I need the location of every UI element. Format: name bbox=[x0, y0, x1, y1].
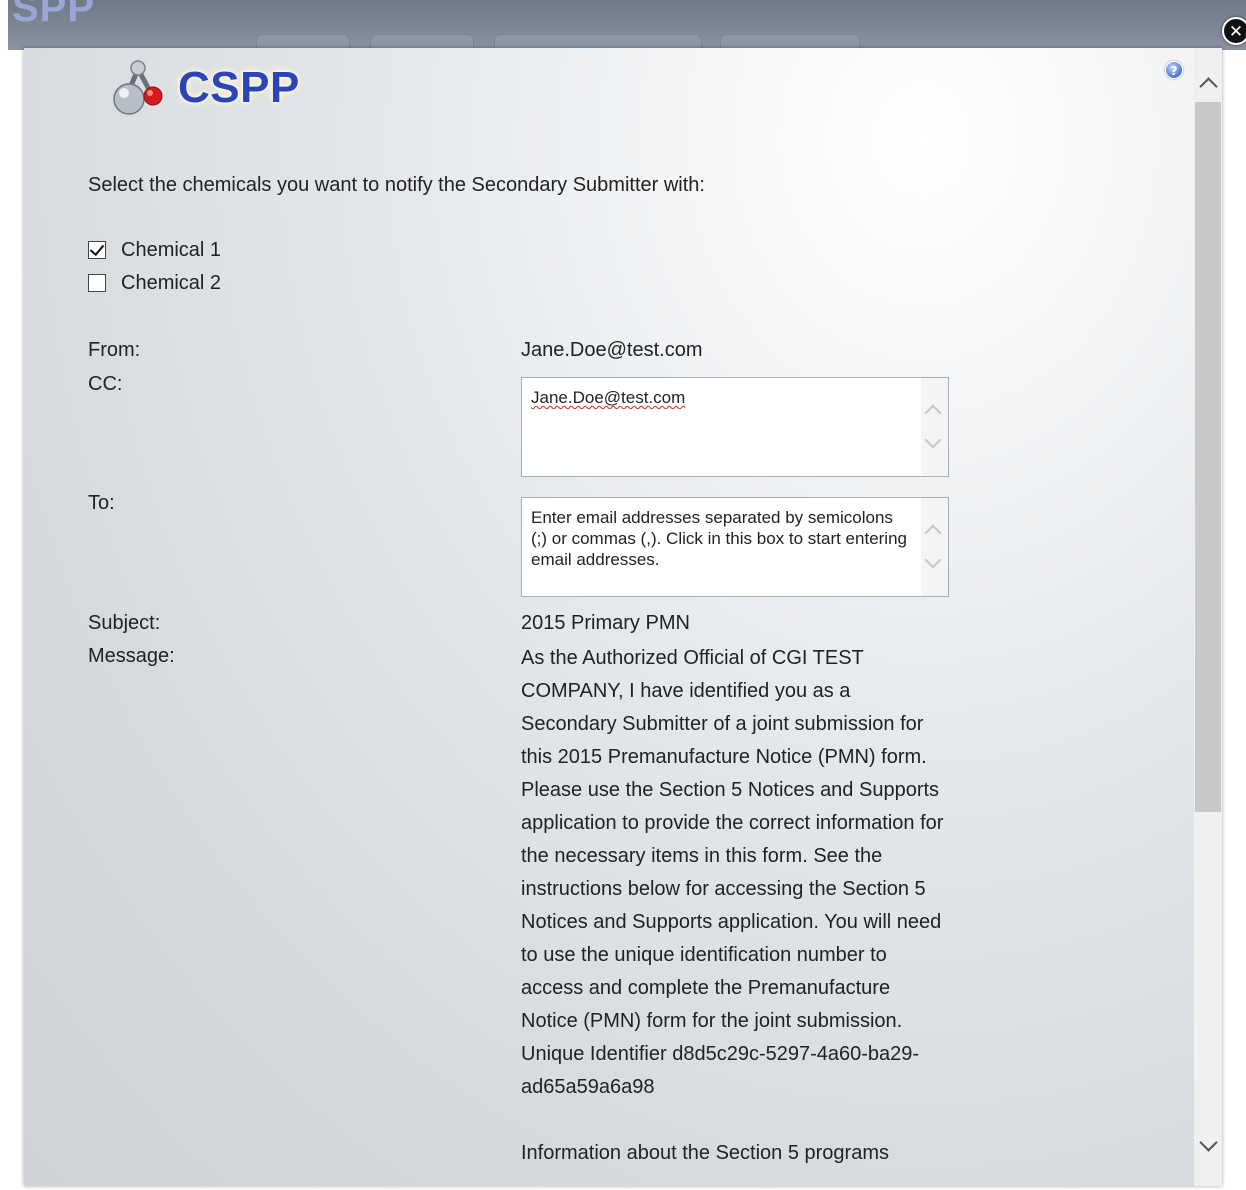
chemical-2-label[interactable]: Chemical 2 bbox=[121, 272, 221, 295]
message-text: As the Authorized Official of CGI TEST C… bbox=[521, 647, 944, 1032]
cc-field-scrollbar[interactable] bbox=[921, 378, 948, 476]
background-tab bbox=[720, 34, 860, 49]
cc-field[interactable]: Jane.Doe@test.com bbox=[521, 377, 949, 477]
notify-secondary-submitter-dialog: CSPP ? Select the chemicals you want to … bbox=[24, 48, 1222, 1186]
chemical-2-checkbox[interactable] bbox=[88, 274, 106, 292]
background-header: SPP bbox=[8, 0, 1246, 50]
chemical-2-row[interactable]: Chemical 2 bbox=[88, 271, 221, 295]
cspp-logo: CSPP bbox=[110, 56, 300, 120]
chevron-up-icon[interactable] bbox=[924, 404, 942, 422]
help-icon[interactable]: ? bbox=[1165, 61, 1183, 79]
chemical-1-checkbox[interactable] bbox=[88, 241, 106, 259]
to-field-placeholder[interactable]: Enter email addresses separated by semic… bbox=[531, 507, 911, 570]
from-value: Jane.Doe@test.com bbox=[521, 339, 703, 361]
message-continuation: Information about the Section 5 programs bbox=[521, 1142, 889, 1164]
chevron-down-icon[interactable] bbox=[924, 551, 942, 569]
to-field-scrollbar[interactable] bbox=[921, 498, 948, 596]
cc-label: CC: bbox=[88, 373, 123, 395]
to-label: To: bbox=[88, 492, 115, 514]
message-label: Message: bbox=[88, 645, 175, 667]
background-right-edge bbox=[1226, 50, 1246, 1190]
molecule-logo-icon bbox=[113, 60, 163, 115]
subject-label: Subject: bbox=[88, 612, 161, 634]
dialog-content: CSPP ? Select the chemicals you want to … bbox=[24, 48, 1194, 1186]
message-body: As the Authorized Official of CGI TEST C… bbox=[521, 642, 951, 1170]
scroll-thumb[interactable] bbox=[1195, 102, 1221, 812]
background-tab bbox=[370, 34, 474, 49]
cc-field-text[interactable]: Jane.Doe@test.com bbox=[531, 388, 685, 407]
chevron-down-icon[interactable] bbox=[924, 431, 942, 449]
background-left-edge bbox=[0, 0, 8, 1190]
chemical-1-row[interactable]: Chemical 1 bbox=[88, 238, 221, 262]
close-icon[interactable]: ✕ bbox=[1222, 17, 1246, 45]
scroll-down-icon[interactable] bbox=[1199, 1133, 1218, 1152]
subject-value: 2015 Primary PMN bbox=[521, 612, 690, 634]
to-field[interactable]: Enter email addresses separated by semic… bbox=[521, 497, 949, 597]
instruction-text: Select the chemicals you want to notify … bbox=[88, 174, 705, 196]
chemical-1-label[interactable]: Chemical 1 bbox=[121, 239, 221, 262]
dialog-scrollbar[interactable] bbox=[1194, 48, 1222, 1186]
cc-field-value[interactable]: Jane.Doe@test.com bbox=[531, 387, 911, 408]
chevron-up-icon[interactable] bbox=[924, 524, 942, 542]
from-label: From: bbox=[88, 339, 141, 361]
logo-text: CSPP bbox=[178, 63, 300, 112]
background-logo: SPP bbox=[12, 0, 96, 30]
unique-identifier: Unique Identifier d8d5c29c-5297-4a60-ba2… bbox=[521, 1043, 920, 1098]
background-tab bbox=[256, 34, 350, 49]
background-tab bbox=[494, 34, 702, 49]
scroll-up-icon[interactable] bbox=[1199, 77, 1218, 96]
